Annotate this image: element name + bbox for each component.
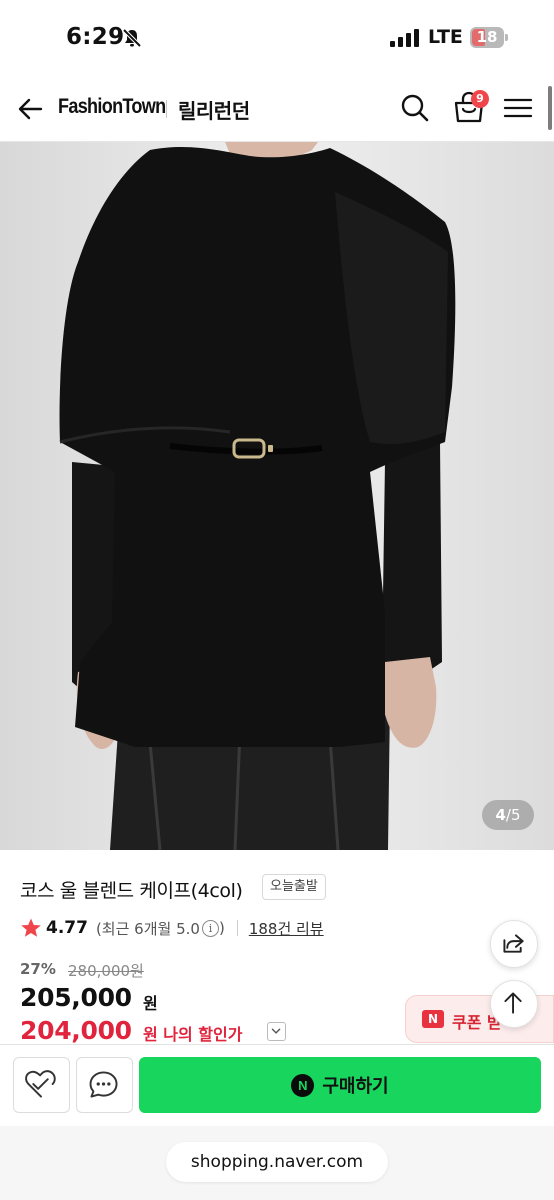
rating-row: 4.77 (최근 6개월 5.0 i ) 188건 리뷰 [20,916,324,940]
cellular-signal-icon [390,29,419,47]
cart-count-badge: 9 [471,90,489,108]
star-icon [21,918,41,937]
status-bar: 6:29 LTE 18 [0,0,554,76]
wishlist-button[interactable] [13,1057,70,1113]
product-photo-illustration [0,142,554,850]
status-time: 6:29 [66,24,125,50]
bell-slash-icon [122,28,142,48]
buy-label: 구매하기 [322,1076,389,1097]
rating-detail: (최근 6개월 5.0 [95,919,200,938]
purchase-action-bar: N 구매하기 [0,1044,554,1126]
buy-button[interactable]: N 구매하기 [139,1057,541,1113]
my-discount-price-label: 원 나의 할인가 [143,1025,243,1044]
info-icon[interactable]: i [201,919,219,937]
product-title: 코스 울 블렌드 케이프(4col) [20,880,243,902]
discount-detail-toggle[interactable] [267,1022,286,1041]
hamburger-menu-icon[interactable] [502,93,534,123]
url-bar[interactable]: shopping.naver.com [166,1142,388,1182]
my-discount-price: 204,000 [20,1016,132,1045]
sale-price: 205,000 [20,983,132,1012]
share-button[interactable] [490,920,538,968]
rating-divider [236,920,238,936]
network-type: LTE [428,26,463,48]
header-divider [166,100,167,118]
talk-talk-button[interactable] [76,1057,133,1113]
share-icon [503,934,524,953]
image-counter-total: /5 [505,806,521,824]
delivery-badge: 오늘출발 [262,874,326,900]
naver-pay-icon: N [291,1073,315,1097]
brand-logo[interactable]: FashionTown [58,95,166,119]
heart-check-icon [25,1070,56,1098]
browser-toolbar: shopping.naver.com [0,1126,554,1200]
rating-value: 4.77 [46,918,88,938]
battery-icon: 18 [470,27,508,48]
review-count-link[interactable]: 188건 리뷰 [249,918,324,939]
product-image[interactable]: 4/5 [0,142,554,850]
app-header: FashionTown 릴리런던 9 [0,76,554,142]
naver-coupon-icon: N [422,1010,444,1028]
discount-rate: 27% [20,960,56,978]
image-counter: 4/5 [482,800,534,830]
chevron-down-icon [271,1028,281,1034]
back-arrow-icon[interactable] [14,92,48,126]
image-counter-current: 4 [495,806,506,824]
arrow-up-icon [504,992,522,1014]
chat-icon [89,1071,118,1098]
sale-price-unit: 원 [143,994,158,1013]
scroll-top-button[interactable] [490,980,538,1028]
store-name[interactable]: 릴리런던 [178,95,250,124]
cart-button[interactable]: 9 [449,88,489,128]
rating-detail-close: ) [218,919,225,937]
search-icon[interactable] [398,91,432,125]
scroll-indicator [548,86,552,130]
original-price: 280,000원 [68,962,144,980]
battery-percent: 18 [476,28,498,46]
